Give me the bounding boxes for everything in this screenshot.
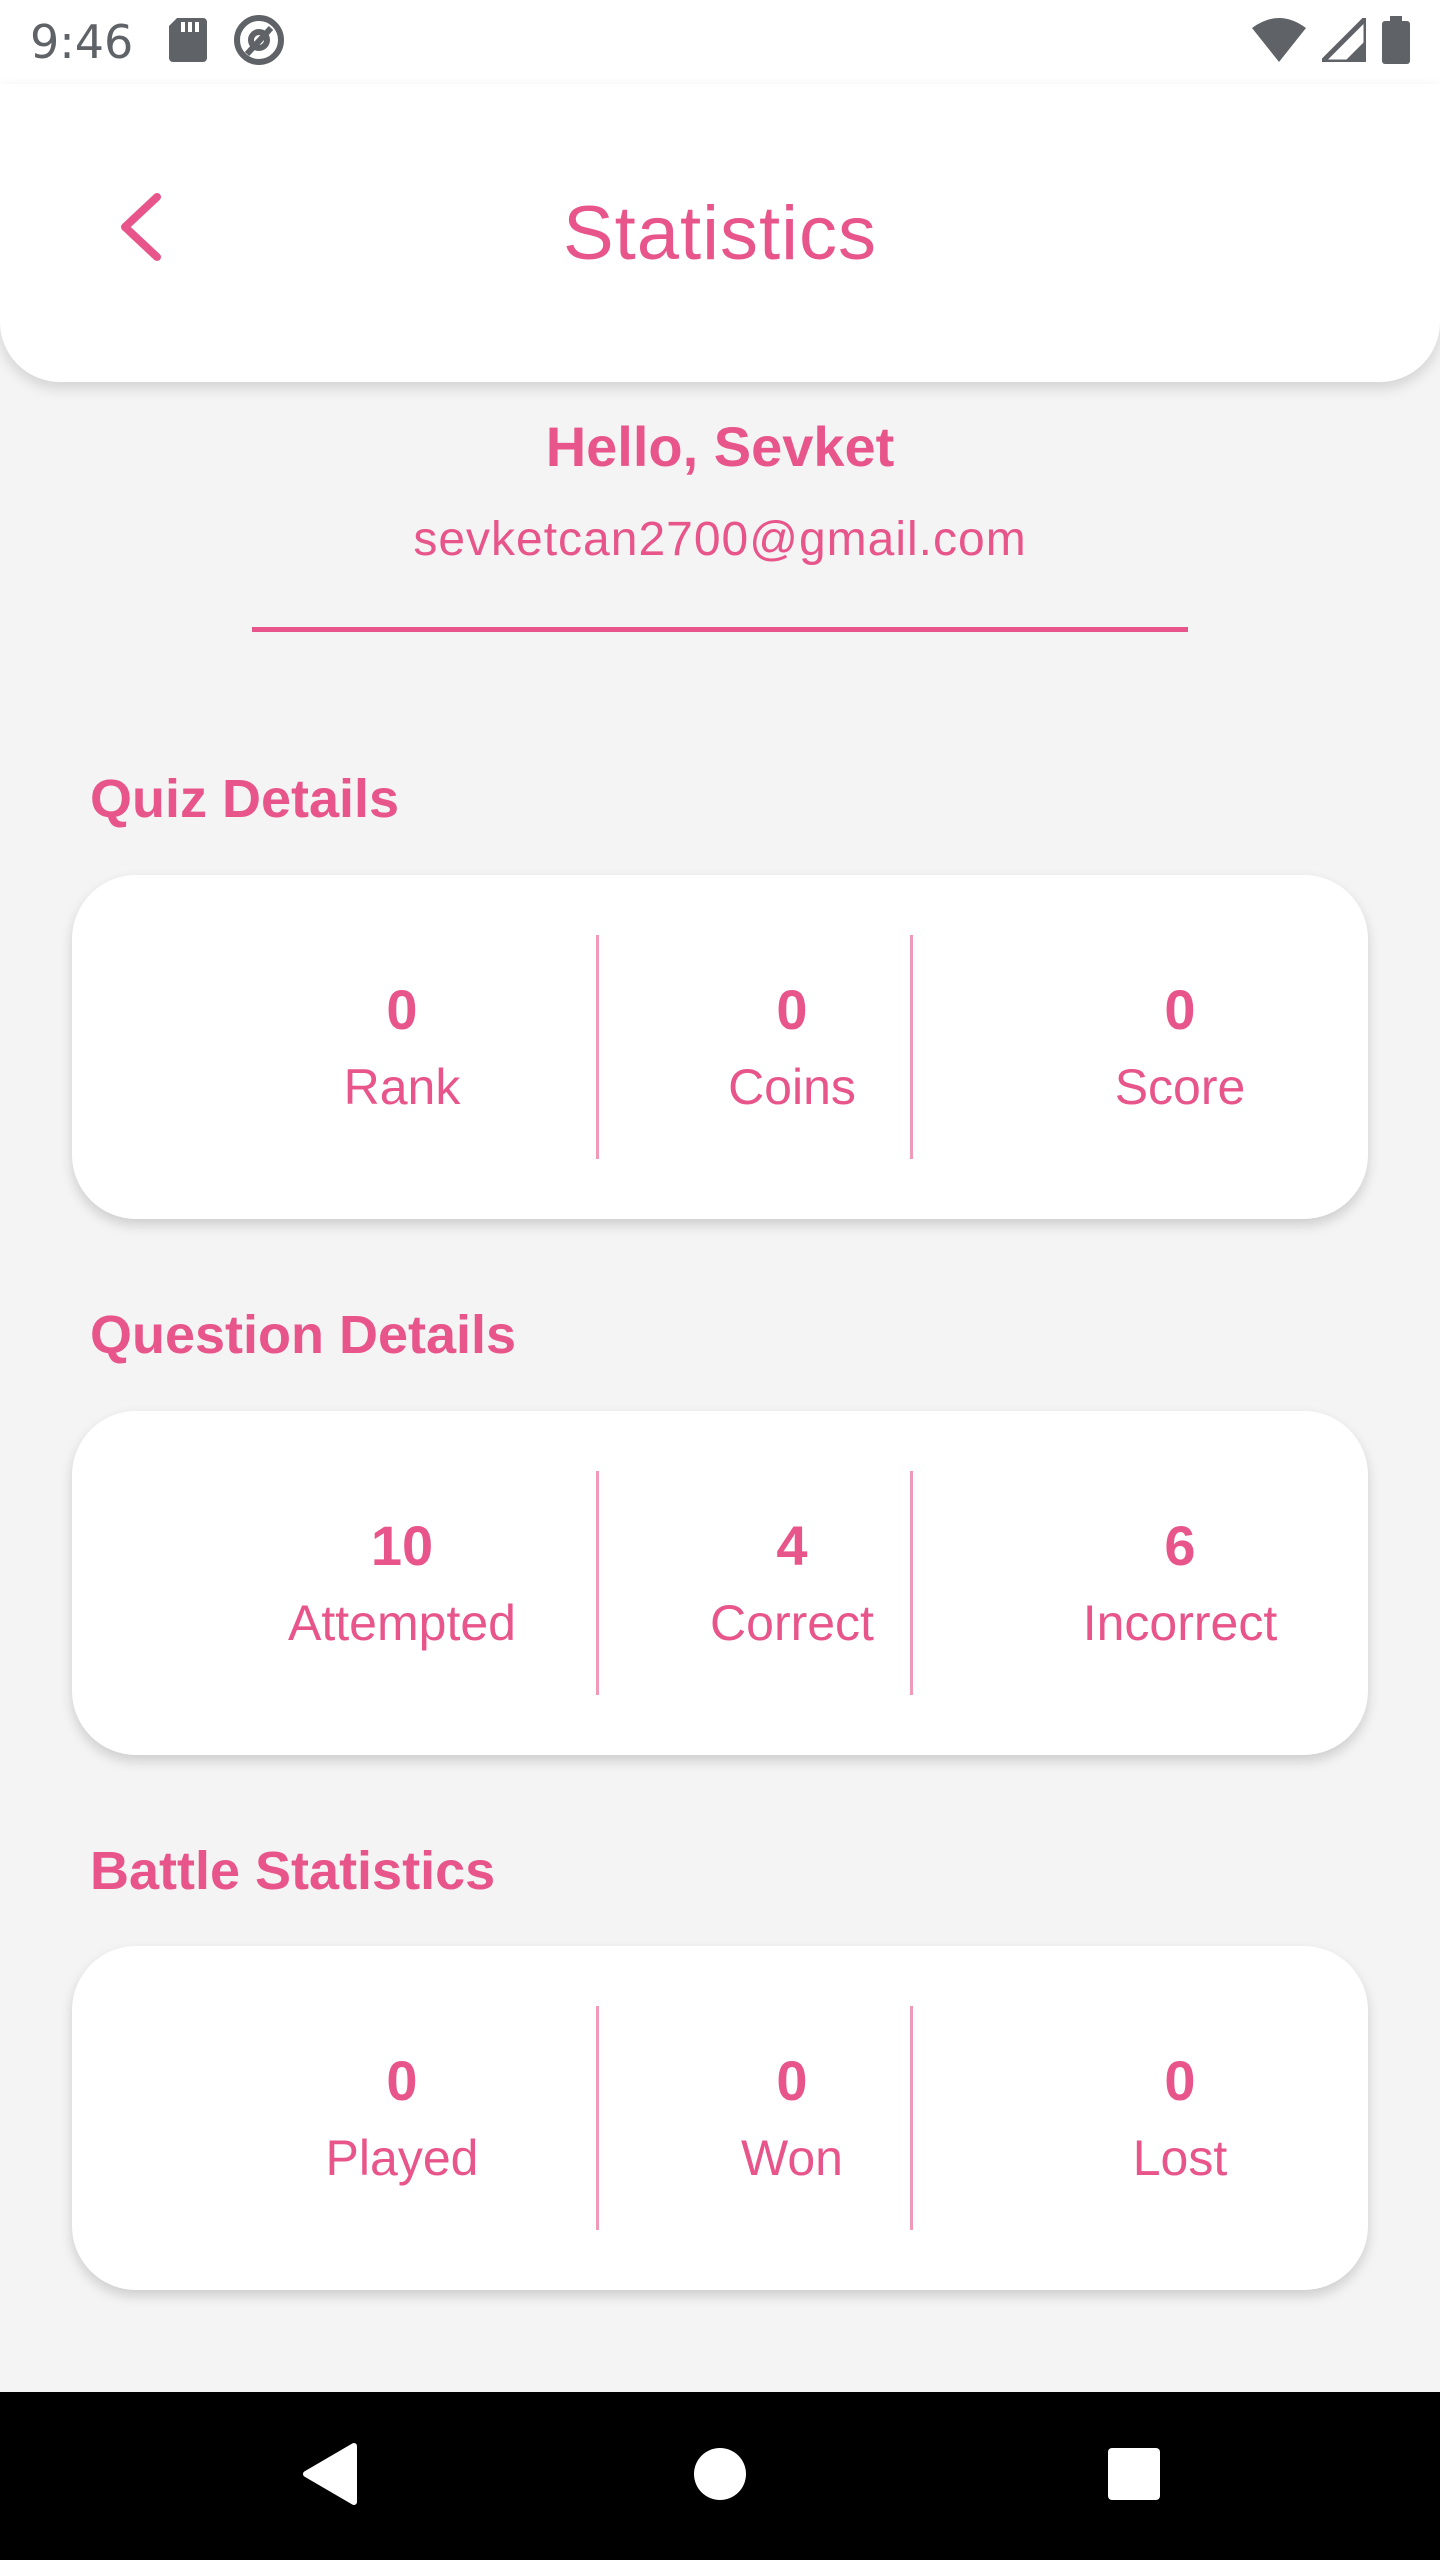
user-greeting: Hello, Sevket [545, 415, 895, 478]
status-icons-right [1252, 11, 1410, 69]
stat-value: 0 [1164, 2049, 1196, 2112]
statistics-screen: 9:46 Statistics Hello, Sevket sevketcan2… [0, 0, 1440, 2560]
status-icons-left [169, 14, 285, 71]
sd-card-icon [169, 17, 208, 67]
wifi-icon [1252, 17, 1306, 67]
stat-incorrect: 6 Incorrect [990, 1411, 1370, 1755]
stat-divider [596, 935, 599, 1159]
stat-label: Played [325, 2130, 479, 2186]
nav-home-button[interactable] [650, 2392, 790, 2560]
stat-label: Attempted [288, 1595, 516, 1651]
app-header: Statistics [0, 84, 1440, 382]
stat-value: 0 [776, 2049, 808, 2112]
stat-label: Incorrect [1082, 1595, 1278, 1651]
question-details-card: 10 Attempted 4 Correct 6 Incorrect [72, 1411, 1368, 1755]
stat-label: Coins [728, 1059, 856, 1115]
stat-value: 0 [1164, 978, 1196, 1041]
stat-label: Score [1114, 1059, 1246, 1115]
stat-lost: 0 Lost [990, 1946, 1370, 2290]
battle-statistics-title: Battle Statistics [90, 1841, 496, 1901]
stat-label: Won [741, 2130, 843, 2186]
stat-value: 6 [1164, 1514, 1196, 1577]
nav-back-button[interactable] [260, 2392, 400, 2560]
triangle-back-icon [302, 2442, 358, 2511]
stat-value: 0 [386, 2049, 418, 2112]
stat-attempted: 10 Attempted [212, 1411, 592, 1755]
question-details-title: Question Details [90, 1305, 517, 1365]
square-recents-icon [1107, 2447, 1161, 2506]
nav-recents-button[interactable] [1064, 2392, 1204, 2560]
circle-home-icon [693, 2447, 747, 2506]
stat-played: 0 Played [212, 1946, 592, 2290]
header-divider [252, 627, 1188, 632]
stat-label: Rank [343, 1059, 461, 1115]
stat-value: 0 [776, 978, 808, 1041]
status-bar: 9:46 [0, 0, 1440, 84]
status-time: 9:46 [30, 15, 134, 69]
stat-rank: 0 Rank [212, 875, 592, 1219]
stat-value: 10 [370, 1514, 434, 1577]
stat-divider [910, 2006, 913, 2230]
battery-icon [1382, 15, 1410, 69]
signal-icon [1315, 11, 1369, 67]
stat-divider [596, 2006, 599, 2230]
stat-divider [910, 1471, 913, 1695]
stat-divider [596, 1471, 599, 1695]
quiz-details-title: Quiz Details [90, 769, 400, 829]
stat-score: 0 Score [990, 875, 1370, 1219]
stat-coins: 0 Coins [602, 875, 982, 1219]
stat-divider [910, 935, 913, 1159]
battle-statistics-card: 0 Played 0 Won 0 Lost [72, 1946, 1368, 2290]
stat-value: 0 [386, 978, 418, 1041]
stat-label: Correct [710, 1595, 874, 1651]
quiz-details-card: 0 Rank 0 Coins 0 Score [72, 875, 1368, 1219]
page-title: Statistics [562, 191, 878, 276]
at-sign-icon [233, 14, 285, 71]
stat-won: 0 Won [602, 1946, 982, 2290]
user-email: sevketcan2700@gmail.com [413, 513, 1027, 566]
stat-label: Lost [1132, 2130, 1228, 2186]
stat-value: 4 [776, 1514, 808, 1577]
stat-correct: 4 Correct [602, 1411, 982, 1755]
system-nav-bar [0, 2392, 1440, 2560]
